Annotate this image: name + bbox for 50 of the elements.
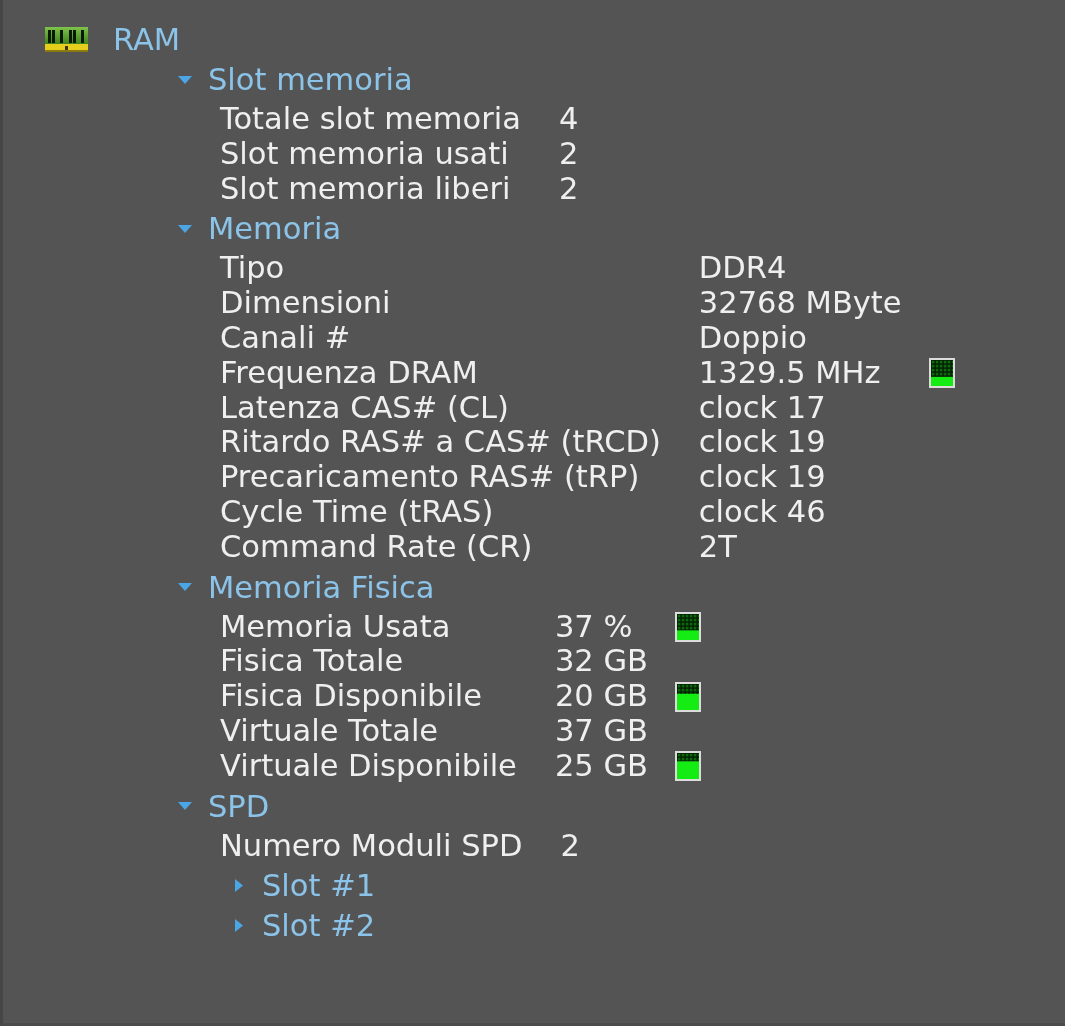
property-label: Numero Moduli SPD <box>220 828 523 864</box>
property-label: Slot memoria liberi <box>220 171 512 207</box>
caret-down-icon[interactable] <box>178 224 192 233</box>
property-value: 37 GB <box>554 713 648 749</box>
property-label: Fisica Totale <box>220 644 405 680</box>
caret-down-icon[interactable] <box>178 75 192 84</box>
property-value: 25 GB <box>554 748 648 784</box>
property-label: Tipo <box>220 251 286 287</box>
property-value: 20 GB <box>554 679 648 714</box>
property-value: 4 <box>558 102 579 137</box>
property-label: Virtuale Disponibile <box>220 748 517 784</box>
property-value: clock 19 <box>698 425 827 461</box>
property-value: 1329.5 MHz <box>698 355 882 391</box>
property-value: DDR4 <box>698 251 788 287</box>
tree-node-label[interactable]: SPD <box>208 788 270 824</box>
tree-node-label[interactable]: Slot #1 <box>262 868 376 904</box>
property-label: Canali # <box>220 321 352 356</box>
property-value: 2 <box>560 828 580 864</box>
property-label: Ritardo RAS# a CAS# (tRCD) <box>220 425 661 461</box>
property-label: Cycle Time (tRAS) <box>220 494 495 530</box>
property-label: Dimensioni <box>220 286 392 321</box>
property-label: Frequenza DRAM <box>220 355 479 391</box>
property-label: Slot memoria usati <box>220 136 510 172</box>
tree-node-label[interactable]: Memoria <box>208 211 342 247</box>
memory-module-icon <box>45 27 88 52</box>
property-label: Fisica Disponibile <box>220 679 484 714</box>
property-label: Memoria Usata <box>220 609 452 645</box>
property-label: Precaricamento RAS# (tRP) <box>220 460 641 495</box>
caret-down-icon[interactable] <box>178 583 192 592</box>
property-value: clock 17 <box>698 390 827 426</box>
property-value: 32768 MByte <box>698 286 902 321</box>
tree-node-label[interactable]: Slot #2 <box>262 908 376 944</box>
property-value: clock 46 <box>698 494 827 530</box>
property-label: Command Rate (CR) <box>220 529 534 565</box>
caret-down-icon[interactable] <box>178 802 192 811</box>
property-value: 2 <box>558 136 579 172</box>
property-value: 2T <box>698 529 738 565</box>
property-value: 37 % <box>554 609 634 645</box>
property-label: Latenza CAS# (CL) <box>220 390 510 426</box>
property-value: 2 <box>558 171 579 207</box>
tree-node-label[interactable]: Memoria Fisica <box>208 569 435 605</box>
caret-right-icon[interactable] <box>235 919 243 933</box>
property-label: Totale slot memoria <box>220 102 521 137</box>
tree-node-label[interactable]: RAM <box>113 22 181 57</box>
property-label: Virtuale Totale <box>220 713 440 749</box>
property-value: Doppio <box>698 321 808 356</box>
tree-node-label[interactable]: Slot memoria <box>208 62 413 97</box>
property-value: clock 19 <box>698 460 827 495</box>
caret-right-icon[interactable] <box>235 879 243 893</box>
property-value: 32 GB <box>554 644 648 680</box>
